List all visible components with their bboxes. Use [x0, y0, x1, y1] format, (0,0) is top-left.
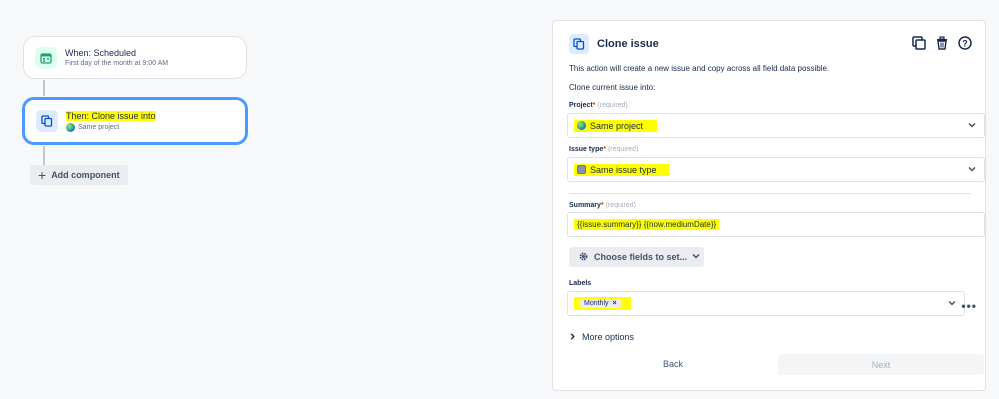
- panel-toolbar: ?: [911, 35, 973, 51]
- help-icon[interactable]: ?: [957, 35, 973, 51]
- project-icon: [577, 121, 586, 130]
- trash-icon[interactable]: [934, 35, 950, 51]
- summary-label: Summary* (required): [569, 202, 636, 209]
- calendar-icon: [35, 46, 57, 69]
- action-node[interactable]: Then: Clone issue into Same project: [22, 97, 248, 145]
- project-icon: [66, 122, 75, 132]
- chevron-down-icon: [968, 121, 976, 131]
- more-options-toggle[interactable]: More options: [569, 332, 634, 342]
- more-options-label: More options: [582, 332, 635, 342]
- flow-connector: [43, 80, 45, 96]
- required-hint: (required): [597, 102, 628, 109]
- action-title: Then: Clone issue into: [66, 110, 156, 121]
- close-icon[interactable]: ×: [613, 300, 617, 307]
- clone-icon: [569, 34, 589, 54]
- duplicate-icon[interactable]: [911, 35, 927, 51]
- flow-connector: [43, 146, 45, 166]
- chevron-down-icon: [948, 299, 956, 309]
- labels-select[interactable]: Monthly ×: [567, 291, 965, 316]
- issue-type-label: Issue type* (required): [569, 146, 638, 153]
- trigger-title: When: Scheduled: [65, 48, 137, 58]
- summary-label-text: Summary: [569, 202, 601, 209]
- action-subtitle: Same project: [78, 123, 120, 131]
- issue-type-select[interactable]: Same issue type: [567, 157, 985, 182]
- summary-input[interactable]: {{issue.summary}} {{now.mediumDate}}: [567, 212, 985, 237]
- svg-text:?: ?: [962, 39, 968, 49]
- required-asterisk: *: [603, 146, 606, 153]
- choose-fields-label: Choose fields to set...: [594, 252, 688, 262]
- label-tag-text: Monthly: [584, 300, 609, 307]
- next-label: Next: [871, 359, 891, 370]
- choose-fields-button[interactable]: Choose fields to set...: [569, 247, 704, 267]
- labels-tags: Monthly ×: [574, 297, 631, 310]
- panel-subheading: Clone current issue into:: [569, 83, 656, 92]
- chevron-down-icon: [968, 165, 976, 175]
- issue-type-select-value: Same issue type: [574, 163, 669, 176]
- issue-type-label-text: Issue type: [569, 146, 604, 153]
- add-component-button[interactable]: + Add component: [30, 165, 128, 185]
- project-select[interactable]: Same project: [567, 113, 985, 138]
- chevron-right-icon: [569, 332, 576, 342]
- required-hint: (required): [607, 146, 639, 153]
- required-asterisk: *: [592, 102, 596, 109]
- required-hint: (required): [605, 202, 636, 209]
- issue-type-value-text: Same issue type: [590, 164, 657, 175]
- project-label-text: Project: [569, 102, 593, 109]
- gear-icon: [578, 251, 589, 264]
- trigger-subtitle: First day of the month at 9:00 AM: [65, 60, 169, 67]
- panel-title: Clone issue: [597, 38, 659, 50]
- action-subtitle-row: Same project: [66, 122, 156, 132]
- project-label: Project* (required): [569, 102, 628, 109]
- issue-type-icon: [577, 165, 586, 174]
- plus-icon: +: [38, 167, 47, 183]
- panel-description: This action will create a new issue and …: [569, 64, 830, 73]
- required-asterisk: *: [600, 202, 604, 209]
- add-component-label: Add component: [51, 170, 120, 180]
- chevron-down-icon: [692, 252, 700, 262]
- divider: [569, 193, 971, 194]
- panel-header: Clone issue: [569, 34, 659, 54]
- more-actions-icon[interactable]: •••: [961, 299, 977, 313]
- back-button[interactable]: Back: [663, 359, 683, 369]
- summary-value: {{issue.summary}} {{now.mediumDate}}: [574, 219, 720, 230]
- next-button[interactable]: Next: [778, 354, 984, 375]
- clone-issue-panel: Clone issue ? This action will create a …: [552, 20, 986, 391]
- label-tag: Monthly ×: [580, 299, 621, 308]
- labels-label: Labels: [569, 280, 592, 287]
- trigger-node[interactable]: When: Scheduled First day of the month a…: [23, 36, 247, 79]
- project-value-text: Same project: [590, 120, 644, 131]
- clone-icon: [36, 110, 58, 132]
- project-select-value: Same project: [574, 119, 658, 132]
